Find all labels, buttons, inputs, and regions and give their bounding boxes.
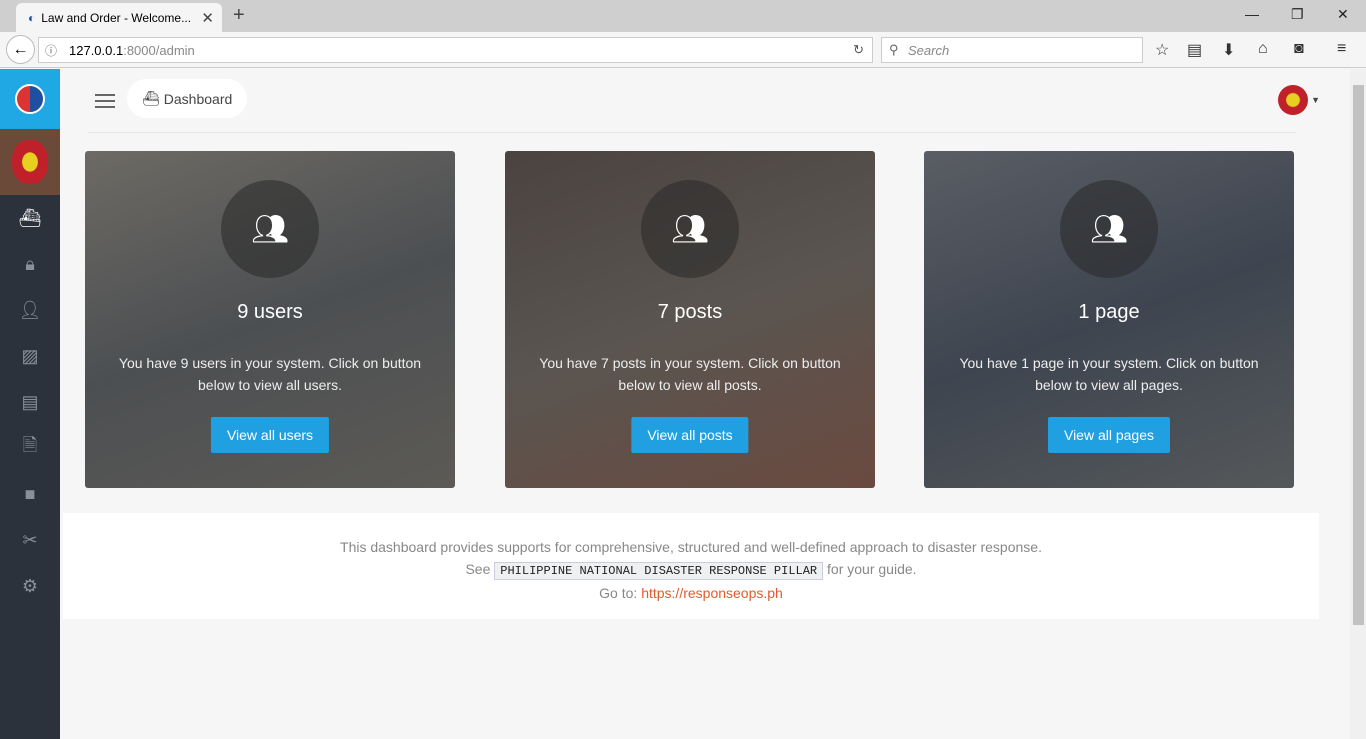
info-icon[interactable]: ⓘ bbox=[45, 42, 57, 59]
browser-nav-bar: ← ⓘ 127.0.0.1:8000/admin ↻ ⚲ Search ☆ ▤ ⬇… bbox=[0, 32, 1366, 68]
view-all-pages-button[interactable]: View all pages bbox=[1047, 417, 1171, 453]
tab-title: Law and Order - Welcome... bbox=[41, 10, 192, 25]
search-input[interactable]: ⚲ Search bbox=[881, 37, 1143, 63]
breadcrumb[interactable]: ⛴ Dashboard bbox=[127, 79, 248, 118]
menu-icon[interactable]: ≡ bbox=[1337, 40, 1346, 58]
card-description: You have 7 posts in your system. Click o… bbox=[539, 355, 841, 393]
close-window-icon[interactable]: ✕ bbox=[1337, 6, 1349, 23]
tools-icon: ✂ bbox=[22, 529, 38, 550]
sidebar-item-folder[interactable]: ■ bbox=[0, 471, 60, 517]
download-icon[interactable]: ⬇ bbox=[1222, 40, 1235, 60]
restore-icon[interactable]: ❐ bbox=[1291, 6, 1304, 23]
divider bbox=[88, 132, 1296, 133]
browser-tab-bar: ◐ Law and Order - Welcome... ✕ + — ❐ ✕ bbox=[0, 0, 1366, 32]
guide-code: PHILIPPINE NATIONAL DISASTER RESPONSE PI… bbox=[494, 562, 824, 580]
user-icon: 👤︎ bbox=[18, 299, 42, 320]
reload-icon[interactable]: ↻ bbox=[853, 42, 864, 58]
file-icon: 🗎 bbox=[22, 435, 38, 455]
search-placeholder: Search bbox=[908, 43, 950, 58]
scrollbar-thumb[interactable] bbox=[1353, 85, 1364, 625]
info-text: This dashboard provides supports for com… bbox=[340, 539, 1042, 555]
pages-card: 👥︎ 1 page You have 1 page in your system… bbox=[924, 151, 1294, 488]
view-all-posts-button[interactable]: View all posts bbox=[631, 417, 749, 453]
folder-icon: ■ bbox=[24, 483, 36, 504]
avatar[interactable] bbox=[1278, 85, 1308, 115]
posts-card: 👥︎ 7 posts You have 7 posts in your syst… bbox=[505, 151, 875, 488]
close-tab-icon[interactable]: ✕ bbox=[201, 9, 214, 27]
users-icon: 👥︎ bbox=[1060, 180, 1158, 278]
agency-seal bbox=[0, 129, 60, 195]
scrollbar[interactable] bbox=[1350, 69, 1366, 739]
sidebar-item-users[interactable]: 👤︎ bbox=[0, 287, 60, 333]
reading-list-icon[interactable]: ▤ bbox=[1187, 40, 1202, 60]
see-label: See bbox=[465, 561, 491, 577]
card-count: 9 users bbox=[237, 301, 303, 323]
app-logo[interactable] bbox=[0, 69, 60, 129]
sidebar-item-pages[interactable]: 🗎 bbox=[0, 425, 60, 471]
ship-icon: ⛴ bbox=[142, 90, 160, 106]
users-card: 👥︎ 9 users You have 9 users in your syst… bbox=[85, 151, 455, 488]
sidebar-item-lock[interactable]: 🔒︎ bbox=[0, 241, 60, 287]
pocket-icon[interactable]: ◙ bbox=[1294, 40, 1304, 58]
lock-icon: 🔒︎ bbox=[25, 253, 35, 274]
url-path: :8000/admin bbox=[123, 42, 195, 58]
browser-tab[interactable]: ◐ Law and Order - Welcome... ✕ bbox=[16, 3, 222, 32]
url-bar[interactable]: ⓘ 127.0.0.1:8000/admin ↻ bbox=[38, 37, 873, 63]
sidebar-item-settings[interactable]: ⚙ bbox=[0, 563, 60, 609]
hamburger-icon[interactable] bbox=[95, 94, 115, 112]
card-description: You have 1 page in your system. Click on… bbox=[959, 355, 1259, 393]
card-count: 7 posts bbox=[657, 301, 723, 323]
sidebar: ⛴ 🔒︎ 👤︎ ▨ ▤ 🗎 ■ ✂ ⚙ bbox=[0, 69, 60, 739]
minimize-icon[interactable]: — bbox=[1245, 6, 1259, 22]
sidebar-item-posts[interactable]: ▤ bbox=[0, 379, 60, 425]
responseops-link[interactable]: https://responseops.ph bbox=[641, 585, 783, 601]
users-icon: 👥︎ bbox=[221, 180, 319, 278]
new-tab-icon[interactable]: + bbox=[233, 4, 245, 27]
url-host: 127.0.0.1 bbox=[69, 42, 124, 58]
guide-label: for your guide. bbox=[827, 561, 917, 577]
sidebar-item-dashboard[interactable]: ⛴ bbox=[0, 195, 60, 241]
home-icon[interactable]: ⌂ bbox=[1258, 40, 1268, 58]
caret-down-icon[interactable]: ▼ bbox=[1311, 95, 1320, 105]
sidebar-item-tools[interactable]: ✂ bbox=[0, 517, 60, 563]
back-icon[interactable]: ← bbox=[6, 35, 35, 64]
view-all-users-button[interactable]: View all users bbox=[210, 417, 330, 453]
goto-label: Go to: bbox=[599, 585, 638, 601]
main-content: ⛴ Dashboard ▼ 👥︎ 9 users You have 9 users… bbox=[60, 69, 1350, 739]
images-icon: ▨ bbox=[21, 345, 39, 366]
search-icon: ⚲ bbox=[889, 42, 899, 57]
users-icon: 👥︎ bbox=[641, 180, 739, 278]
bookmark-star-icon[interactable]: ☆ bbox=[1155, 40, 1169, 60]
news-icon: ▤ bbox=[21, 391, 39, 412]
card-count: 1 page bbox=[1078, 301, 1140, 323]
card-description: You have 9 users in your system. Click o… bbox=[118, 355, 422, 393]
dashboard-info: This dashboard provides supports for com… bbox=[63, 513, 1319, 619]
breadcrumb-label: Dashboard bbox=[163, 90, 233, 107]
ship-icon: ⛴ bbox=[18, 207, 42, 228]
sidebar-item-media[interactable]: ▨ bbox=[0, 333, 60, 379]
favicon-icon: ◐ bbox=[28, 10, 36, 25]
gear-icon: ⚙ bbox=[21, 575, 39, 596]
